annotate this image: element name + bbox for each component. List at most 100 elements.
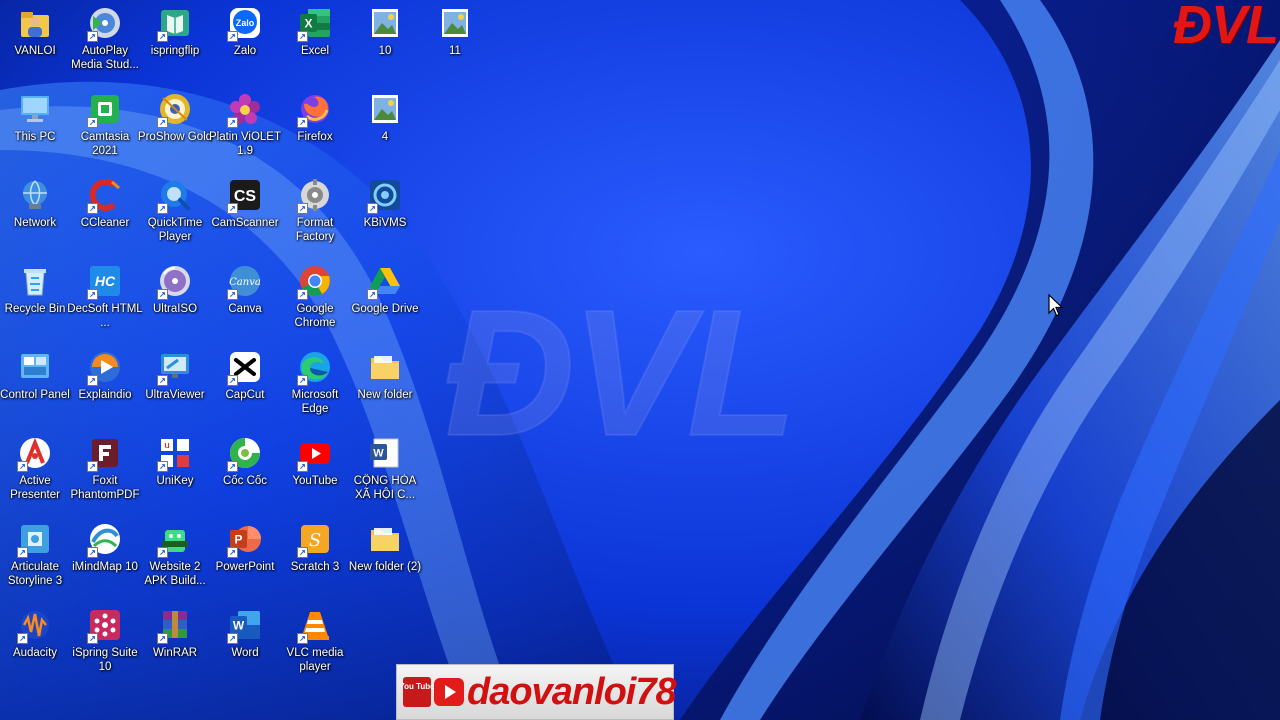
shortcut-arrow-icon: ↗ <box>87 203 98 214</box>
control-panel-icon <box>18 350 52 384</box>
desktop-icon-label: CỘNG HÒA XÃ HỘI C... <box>353 475 417 501</box>
desktop-icon-decsoft[interactable]: HC ↗ DecSoft HTML ... <box>67 258 143 344</box>
desktop-icon-label: New folder (2) <box>348 561 422 573</box>
desktop-icon-zalo[interactable]: Zalo ↗ Zalo <box>210 0 280 86</box>
desktop-icon-imindmap[interactable]: ↗ iMindMap 10 <box>70 516 140 602</box>
desktop-icon-camtasia[interactable]: ↗ Camtasia 2021 <box>70 86 140 172</box>
shortcut-arrow-icon: ↗ <box>297 289 308 300</box>
desktop-icon-label: Website 2 APK Build... <box>144 561 206 587</box>
desktop-icon-winrar[interactable]: ↗ WinRAR <box>140 602 210 688</box>
desktop-icon-canva[interactable]: Canva ↗ Canva <box>210 258 280 344</box>
desktop-icon-this-pc[interactable]: This PC <box>0 86 70 172</box>
desktop-icon-powerpoint[interactable]: P ↗ PowerPoint <box>210 516 280 602</box>
desktop-icon-label: Network <box>13 217 57 229</box>
violet-icon: ↗ <box>227 92 262 128</box>
desktop-icon-edge[interactable]: ↗ Microsoft Edge <box>280 344 350 430</box>
youtube-icon: ↗ <box>297 436 332 472</box>
desktop-icon-ccleaner[interactable]: ↗ CCleaner <box>70 172 140 258</box>
desktop-icon-label: PowerPoint <box>215 561 275 573</box>
youtube-channel-banner: You Tube daovanloi78 <box>396 664 677 720</box>
svg-text:W: W <box>233 619 245 633</box>
desktop-icon-image-file[interactable]: 11 <box>420 0 490 86</box>
desktop-icon-network[interactable]: Network <box>0 172 70 258</box>
shortcut-arrow-icon: ↗ <box>157 633 168 644</box>
winrar-icon: ↗ <box>157 608 192 644</box>
desktop-icon-autoplay[interactable]: ↗ AutoPlay Media Stud... <box>70 0 140 86</box>
desktop-icon-capcut[interactable]: ↗ CapCut <box>210 344 280 430</box>
edge-icon: ↗ <box>297 350 332 386</box>
shortcut-arrow-icon: ↗ <box>227 289 238 300</box>
desktop-icon-label: Platin ViOLET 1.9 <box>208 131 281 157</box>
shortcut-arrow-icon: ↗ <box>297 547 308 558</box>
desktop-icon-image-file[interactable]: 4 <box>350 86 420 172</box>
desktop-icon-ispringflip[interactable]: ↗ ispringflip <box>140 0 210 86</box>
powerpoint-icon: P ↗ <box>227 522 262 558</box>
ultraviewer-icon: ↗ <box>157 350 192 386</box>
desktop-icon-explaindio[interactable]: ↗ Explaindio <box>70 344 140 430</box>
desktop-icon-user-folder[interactable]: VANLOI <box>0 0 70 86</box>
desktop-icon-label: ispringflip <box>150 45 200 57</box>
desktop-icon-unikey[interactable]: u ↗ UniKey <box>140 430 210 516</box>
desktop-icon-chrome[interactable]: ↗ Google Chrome <box>280 258 350 344</box>
desktop-icon-ispring-suite[interactable]: ↗ iSpring Suite 10 <box>70 602 140 688</box>
desktop-icon-label: 10 <box>378 45 392 57</box>
image-file-icon <box>438 6 472 40</box>
desktop-icon-apk-builder[interactable]: ↗ Website 2 APK Build... <box>140 516 210 602</box>
desktop-icon-active-presenter[interactable]: ↗ Active Presenter <box>0 430 70 516</box>
desktop-icon-folder[interactable]: New folder (2) <box>348 516 422 602</box>
desktop-icon-storyline[interactable]: ↗ Articulate Storyline 3 <box>0 516 70 602</box>
desktop-icon-format-factory[interactable]: ↗ Format Factory <box>280 172 350 258</box>
canva-icon: Canva ↗ <box>227 264 262 300</box>
desktop-icon-label: Scratch 3 <box>290 561 340 573</box>
user-folder-icon <box>18 6 52 40</box>
desktop-icon-control-panel[interactable]: Control Panel <box>0 344 70 430</box>
desktop-icon-kbivms[interactable]: ↗ KBiVMS <box>350 172 420 258</box>
desktop-icon-scratch[interactable]: S ↗ Scratch 3 <box>280 516 350 602</box>
shortcut-arrow-icon: ↗ <box>87 289 98 300</box>
desktop-icon-violet[interactable]: ↗ Platin ViOLET 1.9 <box>208 86 281 172</box>
shortcut-arrow-icon: ↗ <box>157 461 168 472</box>
desktop-icon-firefox[interactable]: ↗ Firefox <box>280 86 350 172</box>
desktop-icon-excel[interactable]: X ↗ Excel <box>280 0 350 86</box>
desktop-icon-vlc[interactable]: ↗ VLC media player <box>280 602 350 688</box>
desktop-icon-label: Canva <box>228 303 262 315</box>
channel-watermark: ĐVL <box>444 272 798 475</box>
desktop-icon-foxit[interactable]: ↗ Foxit PhantomPDF <box>70 430 140 516</box>
desktop-icon-folder[interactable]: New folder <box>350 344 420 430</box>
ispring-suite-icon: ↗ <box>87 608 122 644</box>
desktop-icon-google-drive[interactable]: ↗ Google Drive <box>350 258 420 344</box>
desktop-icon-ultraiso[interactable]: ↗ UltraISO <box>140 258 210 344</box>
camscanner-icon: CS ↗ <box>227 178 262 214</box>
desktop-icon-quicktime[interactable]: ↗ QuickTime Player <box>140 172 210 258</box>
shortcut-arrow-icon: ↗ <box>157 117 168 128</box>
desktop-icon-label: 4 <box>381 131 389 143</box>
capcut-icon: ↗ <box>227 350 262 386</box>
decsoft-icon: HC ↗ <box>87 264 122 300</box>
desktop-icon-label: Excel <box>300 45 330 57</box>
network-icon <box>18 178 52 212</box>
desktop-icon-label: Word <box>231 647 259 659</box>
vlc-icon: ↗ <box>297 608 332 644</box>
desktop-icon-audacity[interactable]: ↗ Audacity <box>0 602 70 688</box>
desktop-icon-label: UniKey <box>156 475 194 487</box>
desktop-icon-ultraviewer[interactable]: ↗ UltraViewer <box>140 344 210 430</box>
recycle-bin-icon <box>18 264 52 298</box>
folder-icon <box>368 350 402 384</box>
desktop-icon-image-file[interactable]: 10 <box>350 0 420 86</box>
shortcut-arrow-icon: ↗ <box>17 633 28 644</box>
desktop-icon-label: VLC media player <box>286 647 344 673</box>
desktop-icon-youtube[interactable]: ↗ YouTube <box>280 430 350 516</box>
desktop-icon-word[interactable]: W ↗ Word <box>210 602 280 688</box>
desktop-icon-label: iSpring Suite 10 <box>72 647 138 673</box>
desktop-icon-camscanner[interactable]: CS ↗ CamScanner <box>210 172 280 258</box>
svg-text:S: S <box>309 530 321 551</box>
shortcut-arrow-icon: ↗ <box>227 31 238 42</box>
desktop-icon-coccoc[interactable]: ↗ Cốc Cốc <box>210 430 280 516</box>
desktop-icon-recycle-bin[interactable]: Recycle Bin <box>0 258 70 344</box>
shortcut-arrow-icon: ↗ <box>157 31 168 42</box>
desktop[interactable]: ĐVL ĐVL VANLOI ↗ AutoPlay Media Stud... ↗ is… <box>0 0 1280 720</box>
desktop-icon-label: AutoPlay Media Stud... <box>71 45 139 71</box>
desktop-icon-proshow[interactable]: ↗ ProShow Gold <box>138 86 212 172</box>
desktop-icon-label: UltraViewer <box>145 389 205 401</box>
desktop-icon-word-doc[interactable]: W CỘNG HÒA XÃ HỘI C... <box>350 430 420 516</box>
